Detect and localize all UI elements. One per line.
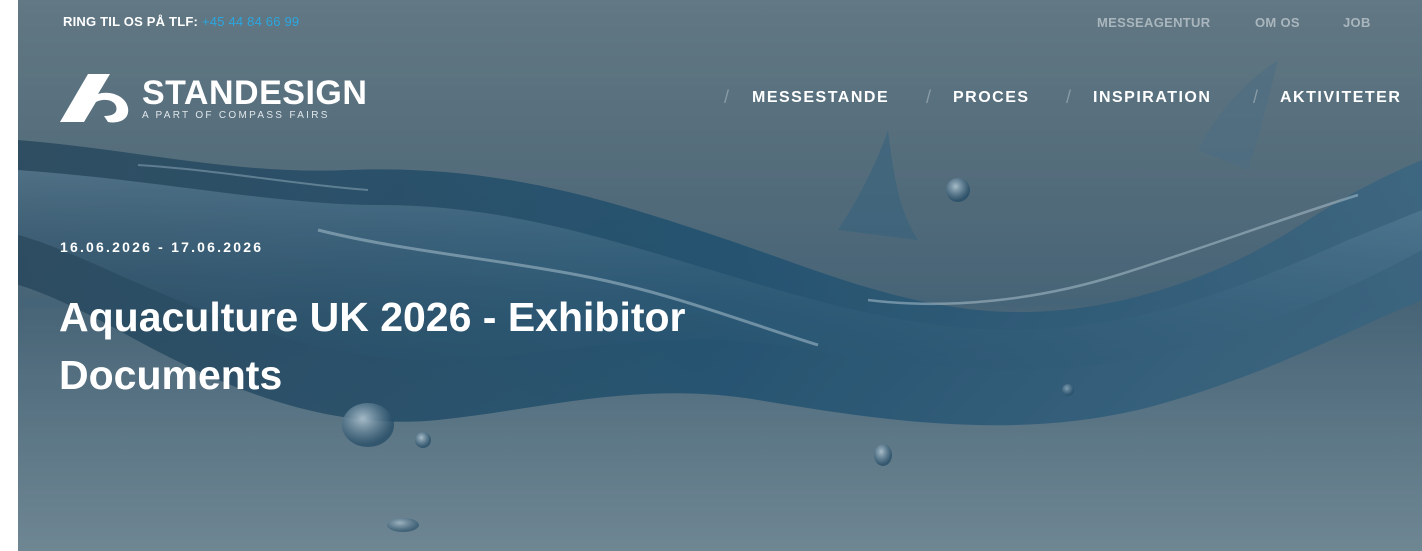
top-link-job[interactable]: JOB (1343, 15, 1371, 30)
nav-item-messestande[interactable]: MESSESTANDE (752, 89, 889, 107)
nav-separator: / (724, 87, 730, 107)
nav-item-inspiration[interactable]: INSPIRATION (1093, 89, 1211, 107)
nav-item-aktiviteter[interactable]: AKTIVITETER (1280, 89, 1401, 107)
page: RING TIL OS PÅ TLF: +45 44 84 66 99 MESSE… (0, 0, 1422, 551)
logo-tagline: A PART OF COMPASS FAIRS (142, 110, 330, 121)
top-link-om-os[interactable]: OM OS (1255, 15, 1300, 30)
standesign-logo-icon (60, 74, 129, 123)
top-bar: RING TIL OS PÅ TLF: +45 44 84 66 99 MESSE… (0, 0, 1422, 44)
standesign-logo[interactable]: STANDESIGN A PART OF COMPASS FAIRS (58, 72, 367, 124)
phone-number-link[interactable]: +45 44 84 66 99 (202, 14, 299, 29)
nav-item-proces[interactable]: PROCES (953, 89, 1030, 107)
logo-name: STANDESIGN (142, 74, 368, 112)
left-margin (0, 0, 18, 551)
phone-label: RING TIL OS PÅ TLF: +45 44 84 66 99 (63, 14, 299, 29)
phone-label-text: RING TIL OS PÅ TLF: (63, 14, 198, 29)
nav-separator: / (926, 87, 932, 107)
nav-separator: / (1066, 87, 1072, 107)
page-title: Aquaculture UK 2026 - Exhibitor Document… (59, 294, 686, 398)
nav-separator: / (1253, 87, 1259, 107)
top-link-messeagentur[interactable]: MESSEAGENTUR (1097, 15, 1210, 30)
event-date: 16.06.2026 - 17.06.2026 (60, 239, 264, 255)
